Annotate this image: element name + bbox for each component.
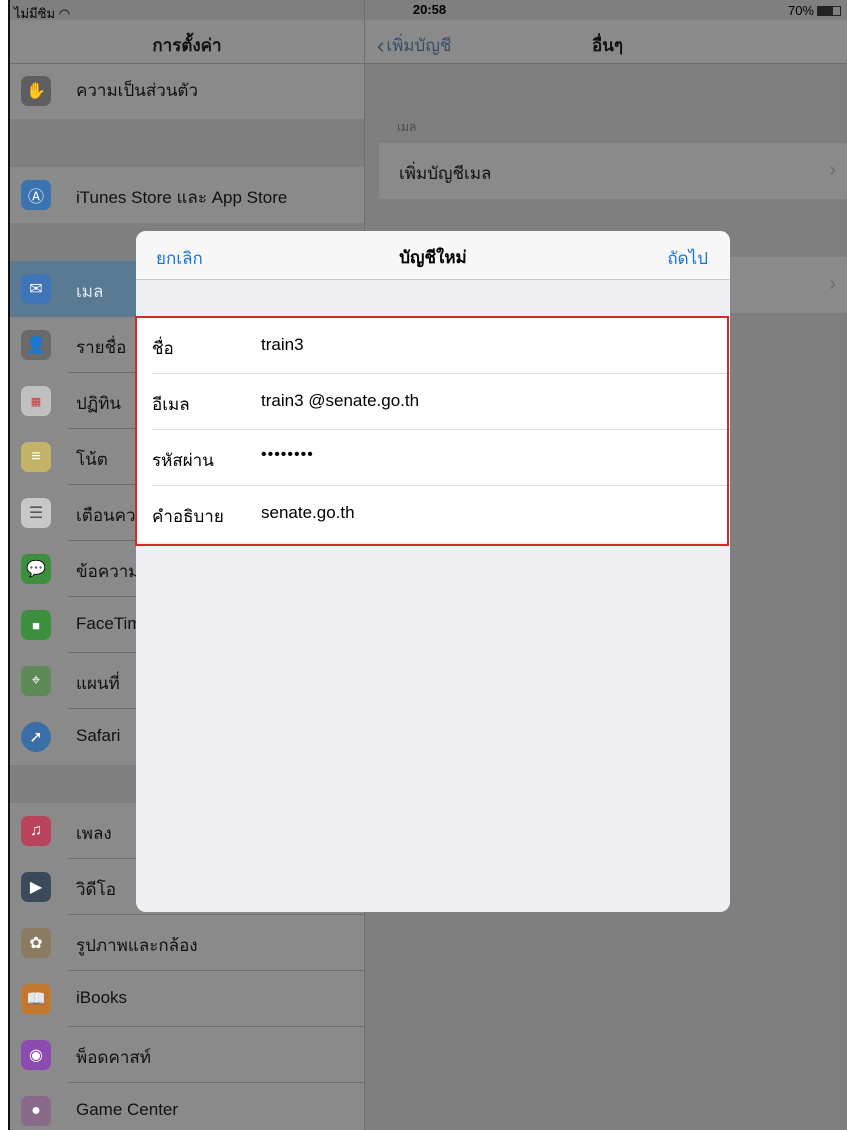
detail-navbar: ‹ เพิ่มบัญชี อื่นๆ — [365, 20, 847, 64]
sidebar-item-label: ข้อความ — [76, 562, 140, 581]
name-field[interactable]: train3 — [261, 335, 304, 355]
sidebar-item-label: แผนที่ — [76, 674, 120, 693]
podcasts-icon: ◉ — [21, 1040, 51, 1070]
sidebar-item-label: เตือนควา — [76, 506, 146, 525]
sidebar-item-label: พ็อดคาสท์ — [76, 1048, 151, 1067]
battery-icon — [817, 5, 841, 16]
password-row[interactable]: รหัสผ่าน •••••••• — [136, 430, 730, 486]
email-label: อีเมล — [152, 395, 190, 414]
game-center-icon: ● — [21, 1096, 51, 1126]
email-field[interactable]: train3 @senate.go.th — [261, 391, 419, 411]
name-row[interactable]: ชื่อ train3 — [136, 318, 730, 374]
description-label: คำอธิบาย — [152, 507, 224, 526]
music-icon: ♫ — [21, 816, 51, 846]
sidebar-item-label: รายชื่อ — [76, 338, 127, 357]
new-account-sheet: ยกเลิก บัญชีใหม่ ถัดไป ชื่อ train3 อีเมล… — [136, 231, 730, 912]
sidebar-header: การตั้งค่า — [10, 20, 364, 64]
sidebar-item-label: iBooks — [76, 988, 128, 1007]
password-label: รหัสผ่าน — [152, 451, 214, 470]
videos-icon: ▶ — [21, 872, 51, 902]
sidebar-title: การตั้งค่า — [152, 36, 222, 55]
account-form: ชื่อ train3 อีเมล train3 @senate.go.th ร… — [136, 318, 730, 542]
sidebar-item-label: รูปภาพและกล้อง — [76, 936, 198, 955]
clock: 20:58 — [412, 2, 447, 17]
next-button[interactable]: ถัดไป — [667, 245, 708, 272]
battery-indicator: 70% — [788, 3, 841, 18]
sidebar-item-game-center[interactable]: ● Game Center — [10, 1083, 364, 1130]
sheet-navbar: ยกเลิก บัญชีใหม่ ถัดไป — [136, 231, 730, 280]
facetime-icon: ■ — [21, 610, 51, 640]
sidebar-item-label: FaceTim — [76, 614, 142, 633]
battery-percent: 70% — [787, 3, 814, 18]
maps-icon: ⌖ — [21, 666, 51, 696]
name-label: ชื่อ — [152, 339, 174, 358]
detail-title: อื่นๆ — [592, 36, 623, 55]
notes-icon: ≡ — [21, 442, 51, 472]
sidebar-item-privacy[interactable]: ✋ ความเป็นส่วนตัว — [10, 64, 364, 119]
contacts-icon: 👤 — [21, 330, 51, 360]
sidebar-item-label: โน้ต — [76, 450, 108, 469]
sidebar-item-podcasts[interactable]: ◉ พ็อดคาสท์ — [10, 1027, 364, 1083]
description-field[interactable]: senate.go.th — [261, 503, 355, 523]
section-header: เมล — [397, 120, 417, 134]
sidebar-item-label: วิดีโอ — [76, 880, 116, 899]
password-field[interactable]: •••••••• — [261, 446, 314, 464]
sidebar-item-label: เพลง — [76, 824, 112, 843]
sidebar-item-itunes[interactable]: Ⓐ iTunes Store และ App Store — [10, 167, 364, 223]
sidebar-item-label: Safari — [76, 726, 121, 745]
sidebar-item-label: ปฏิทิน — [76, 394, 122, 413]
app-store-icon: Ⓐ — [21, 180, 51, 210]
email-row[interactable]: อีเมล train3 @senate.go.th — [136, 374, 730, 430]
sidebar-item-photos[interactable]: ✿ รูปภาพและกล้อง — [10, 915, 364, 971]
sidebar-item-label: iTunes Store และ App Store — [76, 188, 288, 207]
add-mail-account-label: เพิ่มบัญชีเมล — [399, 164, 492, 183]
sidebar-item-label: ความเป็นส่วนตัว — [76, 81, 199, 100]
messages-icon: 💬 — [21, 554, 51, 584]
hand-icon: ✋ — [21, 76, 51, 106]
add-mail-account-row[interactable]: เพิ่มบัญชีเมล › — [379, 143, 847, 199]
status-bar: ไม่มีซิม ◠ 20:58 70% — [10, 0, 847, 21]
sidebar-item-ibooks[interactable]: 📖 iBooks — [10, 971, 364, 1027]
sheet-title: บัญชีใหม่ — [399, 248, 467, 267]
photos-icon: ✿ — [21, 928, 51, 958]
safari-icon: ➚ — [21, 722, 51, 752]
chevron-right-icon: › — [829, 273, 836, 295]
calendar-icon: ▦ — [21, 386, 51, 416]
chevron-right-icon: › — [829, 159, 836, 181]
mail-icon: ✉ — [21, 274, 51, 304]
ibooks-icon: 📖 — [21, 984, 51, 1014]
description-row[interactable]: คำอธิบาย senate.go.th — [136, 486, 730, 542]
sidebar-item-label: Game Center — [76, 1100, 179, 1119]
sidebar-item-label: เมล — [76, 282, 104, 301]
reminders-icon: ☰ — [21, 498, 51, 528]
section-gap — [10, 119, 364, 167]
